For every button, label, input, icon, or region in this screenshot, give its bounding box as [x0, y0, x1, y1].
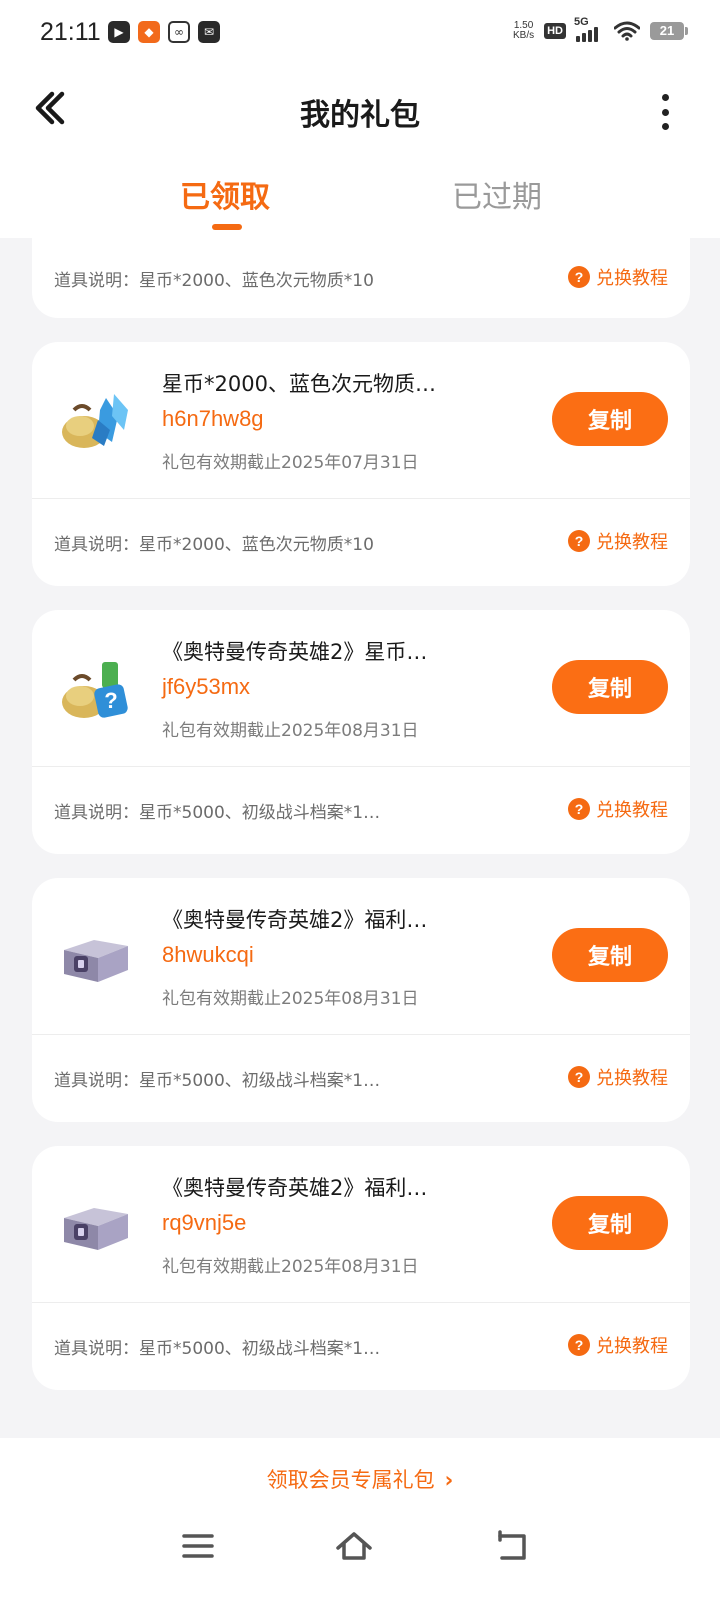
gift-card: 星币*2000、蓝色次元物质… h6n7hw8g 礼包有效期截止2025年07月…: [32, 342, 690, 586]
gift-expiry: 礼包有效期截止2025年08月31日: [162, 1257, 419, 1277]
redeem-tutorial-link[interactable]: ? 兑换教程: [568, 796, 668, 822]
mail-app-icon: ✉: [198, 21, 220, 43]
gift-code: jf6y53mx: [162, 674, 251, 699]
redeem-tutorial-link[interactable]: ? 兑换教程: [568, 264, 668, 290]
gift-name: 星币*2000、蓝色次元物质…: [162, 372, 436, 396]
more-dot-icon: [661, 94, 669, 101]
divider: [32, 766, 690, 767]
tab-claimed[interactable]: 已领取: [180, 172, 270, 216]
treasure-chest-icon: [64, 1208, 128, 1250]
gift-card: 《奥特曼传奇英雄2》福利… rq9vnj5e 礼包有效期截止2025年08月31…: [32, 1146, 690, 1390]
copy-button[interactable]: 复制: [552, 1196, 668, 1250]
gift-expiry: 礼包有效期截止2025年07月31日: [162, 453, 419, 473]
network-type: 5G: [574, 16, 589, 28]
gift-card-header: 《奥特曼传奇英雄2》福利… 8hwukcqi 礼包有效期截止2025年08月31…: [32, 878, 690, 1034]
active-tab-indicator: [212, 224, 242, 230]
question-icon: ?: [568, 530, 590, 552]
divider: [32, 1302, 690, 1303]
copy-button[interactable]: 复制: [552, 660, 668, 714]
gift-name: 《奥特曼传奇英雄2》星币…: [162, 640, 428, 664]
video-app-icon: ▶: [108, 21, 130, 43]
redeem-tutorial-link[interactable]: ? 兑换教程: [568, 1064, 668, 1090]
more-dot-icon: [661, 123, 669, 130]
gift-code: 8hwukcqi: [162, 942, 254, 967]
status-indicators: 1.50 KB/s HD 5G 21: [513, 16, 688, 42]
svg-text:?: ?: [104, 688, 117, 713]
redeem-tutorial-link[interactable]: ? 兑换教程: [568, 528, 668, 554]
net-speed: 1.50 KB/s: [513, 21, 534, 41]
wifi-icon: [614, 21, 640, 41]
status-bar: 21:11 ▶ ◆ ∞ ✉ 1.50 KB/s HD 5G 21: [0, 0, 720, 64]
question-icon: ?: [568, 266, 590, 288]
gift-card: 《奥特曼传奇英雄2》福利… 8hwukcqi 礼包有效期截止2025年08月31…: [32, 878, 690, 1122]
member-gift-label: 领取会员专属礼包: [266, 1468, 435, 1492]
status-app-icons: ▶ ◆ ∞ ✉: [108, 21, 220, 43]
tutorial-label: 兑换教程: [596, 800, 668, 821]
gift-expiry: 礼包有效期截止2025年08月31日: [162, 989, 419, 1009]
system-nav-bar: [0, 1500, 720, 1600]
question-icon: ?: [568, 798, 590, 820]
tab-expired[interactable]: 已过期: [452, 172, 542, 216]
item-description: 道具说明：星币*5000、初级战斗档案*1…: [54, 803, 381, 823]
gift-card: ? 《奥特曼传奇英雄2》星币… jf6y53mx 礼包有效期截止2025年08月…: [32, 610, 690, 854]
mystery-gift-icon: ?: [62, 662, 128, 718]
shopping-app-icon: ◆: [138, 21, 160, 43]
app-header: 我的礼包: [0, 64, 720, 154]
question-icon: ?: [568, 1066, 590, 1088]
page-title: 我的礼包: [300, 98, 420, 133]
question-icon: ?: [568, 1334, 590, 1356]
gift-code: rq9vnj5e: [162, 1210, 247, 1235]
gift-name: 《奥特曼传奇英雄2》福利…: [162, 1176, 428, 1200]
gift-card-header: ? 《奥特曼传奇英雄2》星币… jf6y53mx 礼包有效期截止2025年08月…: [32, 610, 690, 766]
more-dot-icon: [661, 108, 669, 116]
gift-expiry: 礼包有效期截止2025年08月31日: [162, 721, 419, 741]
net-speed-unit: KB/s: [512, 30, 535, 41]
battery-icon: 21: [650, 22, 688, 40]
tutorial-label: 兑换教程: [596, 1068, 668, 1089]
gift-card-partial: 道具说明：星币*2000、蓝色次元物质*10 ? 兑换教程: [32, 238, 690, 318]
copy-button[interactable]: 复制: [552, 928, 668, 982]
status-time: 21:11: [40, 18, 101, 46]
gift-card-header: 星币*2000、蓝色次元物质… h6n7hw8g 礼包有效期截止2025年07月…: [32, 342, 690, 498]
gift-name: 《奥特曼传奇英雄2》福利…: [162, 908, 428, 932]
redeem-tutorial-link[interactable]: ? 兑换教程: [568, 1332, 668, 1358]
treasure-chest-icon: [64, 940, 128, 982]
music-app-icon: ∞: [168, 21, 190, 43]
member-gift-link[interactable]: 领取会员专属礼包 ›: [0, 1464, 720, 1494]
crystal-gift-icon: [62, 394, 128, 448]
menu-icon[interactable]: [176, 1524, 220, 1568]
item-description: 道具说明：星币*5000、初级战斗档案*1…: [54, 1071, 381, 1091]
tutorial-label: 兑换教程: [596, 532, 668, 553]
gift-card-header: 《奥特曼传奇英雄2》福利… rq9vnj5e 礼包有效期截止2025年08月31…: [32, 1146, 690, 1302]
copy-button[interactable]: 复制: [552, 392, 668, 446]
signal-icon: 5G: [574, 16, 604, 42]
tab-bar: 已领取 已过期: [0, 154, 720, 238]
item-description: 道具说明：星币*2000、蓝色次元物质*10: [54, 535, 374, 555]
item-description: 道具说明：星币*5000、初级战斗档案*1…: [54, 1339, 381, 1359]
gift-list[interactable]: 道具说明：星币*2000、蓝色次元物质*10 ? 兑换教程 星币*2000、蓝色…: [0, 238, 720, 1438]
chevron-right-icon: ›: [444, 1468, 454, 1492]
more-options-button[interactable]: [658, 94, 672, 130]
divider: [32, 1034, 690, 1035]
home-icon[interactable]: [332, 1524, 376, 1568]
gift-code: h6n7hw8g: [162, 406, 264, 431]
back-nav-icon[interactable]: [490, 1524, 534, 1568]
hd-badge: HD: [544, 23, 566, 39]
item-description: 道具说明：星币*2000、蓝色次元物质*10: [54, 271, 374, 291]
tutorial-label: 兑换教程: [596, 1336, 668, 1357]
tutorial-label: 兑换教程: [596, 268, 668, 289]
divider: [32, 498, 690, 499]
